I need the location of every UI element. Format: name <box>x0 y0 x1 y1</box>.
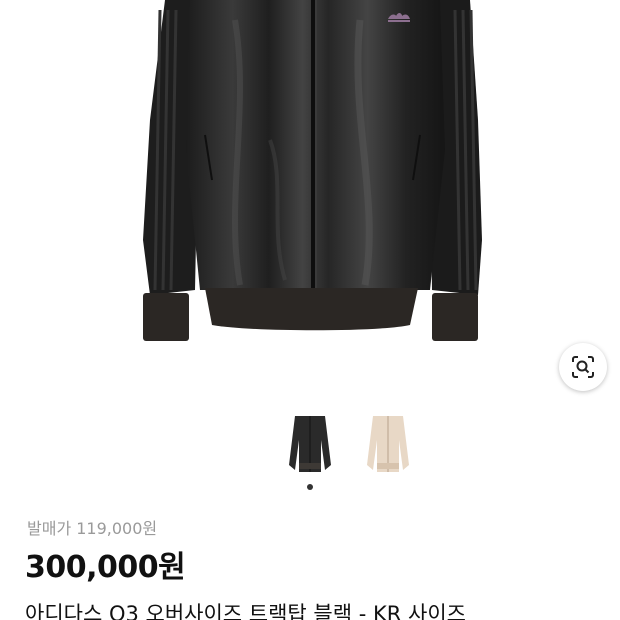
product-title: 아디다스 Q3 오버사이즈 트랙탑 블랙 - KR 사이즈 <box>25 602 466 620</box>
product-image[interactable] <box>0 0 620 395</box>
thumbnail-black[interactable] <box>285 410 335 478</box>
pagination-dot-active[interactable] <box>307 484 313 490</box>
lens-search-icon <box>572 356 594 378</box>
original-price: 발매가 119,000원 <box>27 519 158 538</box>
price: 300,000원 <box>25 550 186 585</box>
thumbnail-beige[interactable] <box>363 410 413 478</box>
thumbnail-black-image <box>289 416 331 472</box>
lens-search-button[interactable] <box>559 343 607 391</box>
gallery-pagination <box>0 484 620 492</box>
jacket-image <box>143 0 482 341</box>
thumbnail-beige-image <box>367 416 409 472</box>
